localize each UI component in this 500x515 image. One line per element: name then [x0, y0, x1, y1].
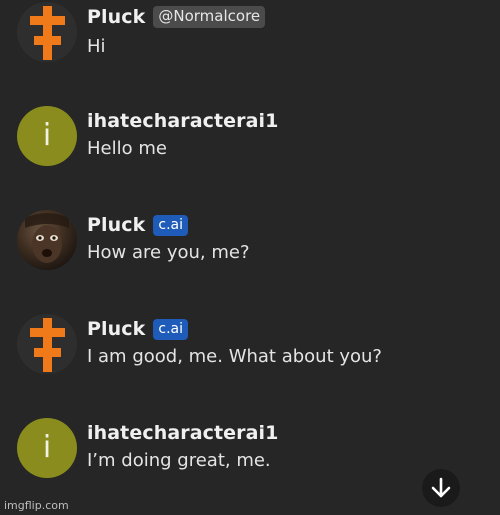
sender-name[interactable]: Pluck [87, 318, 145, 340]
chat-message: i ihatecharacterai1 I’m doing great, me. [17, 418, 487, 480]
orange-cross-avatar-icon[interactable] [17, 2, 77, 62]
arrow-down-icon [431, 477, 451, 498]
sender-name[interactable]: Pluck [87, 6, 145, 28]
chat-message: Pluck @Normalcore Hi [17, 2, 487, 64]
message-header: ihatecharacterai1 [87, 420, 279, 446]
cai-badge: c.ai [153, 214, 188, 236]
orange-cross-avatar-icon[interactable] [17, 314, 77, 374]
sender-name[interactable]: ihatecharacterai1 [87, 110, 279, 132]
portrait-photo-avatar[interactable] [17, 210, 77, 270]
chat-message: Pluck c.ai I am good, me. What about you… [17, 314, 487, 376]
message-text: Hi [87, 36, 106, 57]
chat-message: Pluck c.ai How are you, me? [17, 210, 487, 272]
creator-handle-badge[interactable]: @Normalcore [153, 6, 266, 28]
user-avatar[interactable]: i [17, 106, 77, 166]
chat-message: i ihatecharacterai1 Hello me [17, 106, 487, 168]
message-header: Pluck c.ai [87, 212, 188, 238]
message-text: I’m doing great, me. [87, 450, 271, 471]
user-avatar[interactable]: i [17, 418, 77, 478]
message-header: Pluck c.ai [87, 316, 188, 342]
scroll-to-bottom-button[interactable] [422, 469, 460, 507]
cai-badge: c.ai [153, 318, 188, 340]
message-text: How are you, me? [87, 242, 250, 263]
message-header: Pluck @Normalcore [87, 4, 266, 30]
message-text: Hello me [87, 138, 167, 159]
message-header: ihatecharacterai1 [87, 108, 279, 134]
message-text: I am good, me. What about you? [87, 346, 382, 367]
sender-name[interactable]: ihatecharacterai1 [87, 422, 279, 444]
chat-thread: Pluck @Normalcore Hi i ihatecharacterai1… [0, 0, 500, 515]
watermark: imgflip.com [4, 499, 69, 512]
sender-name[interactable]: Pluck [87, 214, 145, 236]
